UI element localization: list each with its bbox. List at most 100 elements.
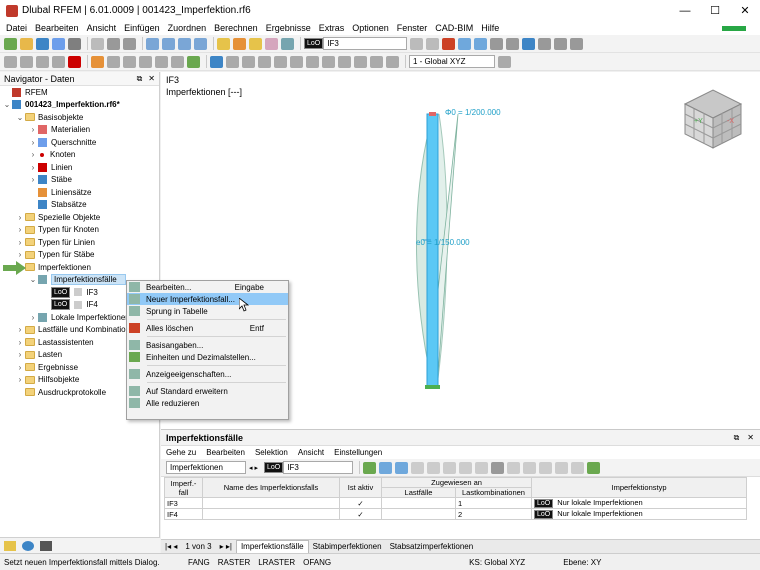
table-tool-icon[interactable]: [475, 461, 489, 474]
move-icon[interactable]: [20, 55, 33, 68]
menu-bearbeiten[interactable]: Bearbeiten: [31, 23, 83, 33]
tree-item[interactable]: › Linien: [0, 161, 159, 174]
toggle-lraster[interactable]: LRASTER: [254, 558, 299, 567]
chevron-right-icon[interactable]: ›: [15, 225, 25, 234]
panel-menu-goto[interactable]: Gehe zu: [161, 448, 201, 457]
panel-menu-selection[interactable]: Selektion: [250, 448, 293, 457]
chevron-down-icon[interactable]: ⌄: [2, 100, 12, 109]
calculate-icon[interactable]: [217, 37, 230, 50]
menu-extras[interactable]: Extras: [315, 23, 349, 33]
display-tab-icon[interactable]: [22, 540, 34, 551]
results-icon[interactable]: [233, 37, 246, 50]
tree-item[interactable]: Liniensätze: [0, 186, 159, 199]
check-icon[interactable]: [249, 37, 262, 50]
menu-fenster[interactable]: Fenster: [393, 23, 432, 33]
pin-icon[interactable]: ⧉: [137, 74, 143, 84]
tab-stabsatzimperfektionen[interactable]: Stabsatzimperfektionen: [386, 542, 478, 551]
chevron-right-icon[interactable]: ›: [28, 125, 38, 134]
toggle-raster[interactable]: RASTER: [214, 558, 254, 567]
menu-zuordnen[interactable]: Zuordnen: [164, 23, 211, 33]
undo-icon[interactable]: [107, 37, 120, 50]
redo-icon[interactable]: [123, 37, 136, 50]
coordinate-system-select[interactable]: 1 - Global XYZ: [409, 55, 495, 68]
chevron-right-icon[interactable]: ›: [15, 325, 25, 334]
tree-item[interactable]: › Querschnitte: [0, 136, 159, 149]
panel-case-select[interactable]: IF3: [283, 461, 354, 474]
chevron-down-icon[interactable]: ⌄: [15, 113, 25, 122]
tree-item[interactable]: › Stäbe: [0, 174, 159, 187]
panel-menu-view[interactable]: Ansicht: [293, 448, 329, 457]
case-select[interactable]: IF3: [323, 37, 408, 50]
previous-case-icon[interactable]: [410, 37, 424, 50]
table-tool-icon[interactable]: [507, 461, 521, 474]
loading-icon[interactable]: [281, 37, 294, 50]
chevron-right-icon[interactable]: ›: [15, 238, 25, 247]
node-icon[interactable]: [68, 55, 81, 68]
table-tool-icon[interactable]: [411, 461, 425, 474]
print-icon[interactable]: [68, 37, 81, 50]
context-menu-item[interactable]: Bearbeiten... Eingabe: [127, 281, 288, 293]
member-icon[interactable]: [107, 55, 120, 68]
show-imperfection-icon[interactable]: [442, 37, 456, 50]
comment-icon[interactable]: [258, 55, 271, 68]
view-split-icon[interactable]: [162, 37, 175, 50]
maximize-button[interactable]: ☐: [700, 4, 730, 17]
cell-combinations[interactable]: 2: [455, 508, 532, 520]
dimension-icon[interactable]: [242, 55, 255, 68]
context-menu-item[interactable]: Alles löschen Entf: [127, 322, 288, 334]
guide-line-icon[interactable]: [226, 55, 239, 68]
minimize-button[interactable]: —: [670, 5, 700, 17]
deformation-icon[interactable]: [458, 37, 472, 50]
rotate-icon[interactable]: [52, 55, 65, 68]
clipping-icon[interactable]: [570, 37, 584, 50]
cell-active[interactable]: ✓: [339, 497, 382, 509]
support-icon[interactable]: [171, 55, 184, 68]
cell-id[interactable]: IF4: [164, 508, 203, 520]
context-menu-item[interactable]: Auf Standard erweitern: [127, 385, 288, 397]
chevron-right-icon[interactable]: ›: [15, 250, 25, 259]
table-tool-icon[interactable]: [555, 461, 569, 474]
excel-export-icon[interactable]: [587, 461, 601, 474]
cell-name[interactable]: [202, 508, 340, 520]
menu-ansicht[interactable]: Ansicht: [83, 23, 121, 33]
work-plane-icon[interactable]: [322, 55, 335, 68]
menu-hilfe[interactable]: Hilfe: [477, 23, 503, 33]
context-menu-item[interactable]: Basisangaben...: [127, 339, 288, 351]
open-file-icon[interactable]: [20, 37, 33, 50]
context-menu-item[interactable]: Einheiten und Dezimalstellen...: [127, 351, 288, 363]
menu-ergebnisse[interactable]: Ergebnisse: [262, 23, 315, 33]
report-icon[interactable]: [91, 37, 104, 50]
formula-icon[interactable]: [571, 461, 585, 474]
table-tool-icon[interactable]: [539, 461, 553, 474]
view-z-icon[interactable]: [370, 55, 383, 68]
view-cube[interactable]: [681, 82, 745, 150]
view-table-icon[interactable]: [178, 37, 191, 50]
table-tool-icon[interactable]: [427, 461, 441, 474]
solid-icon[interactable]: [139, 55, 152, 68]
cell-combinations[interactable]: 1: [455, 497, 532, 509]
grid-icon[interactable]: [290, 55, 303, 68]
panel-menu-edit[interactable]: Bearbeiten: [201, 448, 250, 457]
line-icon[interactable]: [91, 55, 104, 68]
chevron-right-icon[interactable]: ›: [15, 213, 25, 222]
context-menu-item[interactable]: Sprung in Tabelle: [127, 305, 288, 317]
isometric-icon[interactable]: [386, 55, 399, 68]
snap-icon[interactable]: [306, 55, 319, 68]
table-category-select[interactable]: Imperfektionen: [166, 461, 246, 474]
cell-loadcases[interactable]: [381, 508, 456, 520]
undock-icon[interactable]: ⧉: [734, 433, 740, 443]
menu-datei[interactable]: Datei: [2, 23, 31, 33]
cell-loadcases[interactable]: [381, 497, 456, 509]
menu-optionen[interactable]: Optionen: [348, 23, 393, 33]
new-model-icon[interactable]: [4, 37, 17, 50]
numbering-icon[interactable]: [506, 37, 520, 50]
chevron-right-icon[interactable]: ›: [28, 313, 38, 322]
design-icon[interactable]: [265, 37, 278, 50]
view-y-icon[interactable]: [354, 55, 367, 68]
tree-item[interactable]: ⌄ 001423_Imperfektion.rf6*: [0, 99, 159, 112]
filter-icon[interactable]: [210, 55, 223, 68]
close-button[interactable]: ✕: [730, 4, 760, 17]
measure-icon[interactable]: [274, 55, 287, 68]
table-row[interactable]: IF4 ✓ 2 LoO Nur lokale Imperfektionen: [164, 508, 747, 520]
cell-id[interactable]: IF3: [164, 497, 203, 509]
